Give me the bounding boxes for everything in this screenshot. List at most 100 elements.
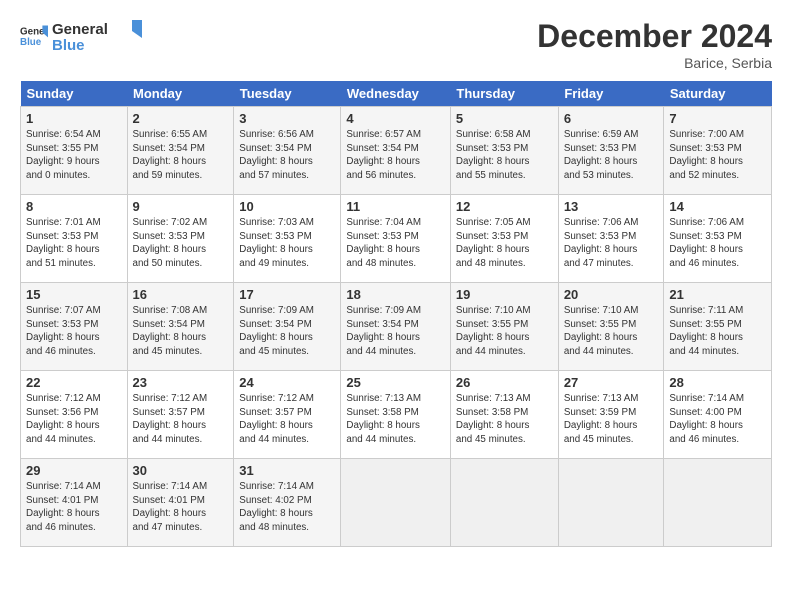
logo: General Blue General Blue [20,18,142,54]
day-number: 27 [564,375,659,390]
day-info: Sunrise: 7:09 AMSunset: 3:54 PMDaylight:… [346,304,445,359]
table-row: 3 Sunrise: 6:56 AMSunset: 3:54 PMDaylight… [234,107,341,195]
day-info: Sunrise: 6:56 AMSunset: 3:54 PMDaylight:… [239,128,335,183]
day-info: Sunrise: 7:08 AMSunset: 3:54 PMDaylight:… [133,304,229,359]
table-row: 27 Sunrise: 7:13 AMSunset: 3:59 PMDayligh… [558,371,664,459]
table-row: 9 Sunrise: 7:02 AMSunset: 3:53 PMDaylight… [127,195,234,283]
location-subtitle: Barice, Serbia [537,55,772,71]
table-row: 29Sunrise: 7:14 AMSunset: 4:01 PMDayligh… [21,459,128,547]
col-sunday: Sunday [21,81,128,107]
day-info: Sunrise: 7:13 AMSunset: 3:59 PMDaylight:… [564,392,659,447]
col-wednesday: Wednesday [341,81,451,107]
day-info: Sunrise: 7:13 AMSunset: 3:58 PMDaylight:… [456,392,553,447]
day-info: Sunrise: 7:13 AMSunset: 3:58 PMDaylight:… [346,392,445,447]
day-number: 17 [239,287,335,302]
table-row [664,459,772,547]
day-info: Sunrise: 7:06 AMSunset: 3:53 PMDaylight:… [564,216,659,271]
table-row: 4Sunrise: 6:57 AMSunset: 3:54 PMDaylight… [341,107,451,195]
table-row: 18Sunrise: 7:09 AMSunset: 3:54 PMDayligh… [341,283,451,371]
logo-icon: General Blue [20,22,48,50]
col-saturday: Saturday [664,81,772,107]
day-info: Sunrise: 7:12 AMSunset: 3:56 PMDaylight:… [26,392,122,447]
table-row: 28Sunrise: 7:14 AMSunset: 4:00 PMDayligh… [664,371,772,459]
calendar-week-row: 29 Sunrise: 7:14 AMSunset: 4:01 PMDayligh… [21,459,772,547]
day-info: Sunrise: 6:57 AMSunset: 3:54 PMDaylight:… [346,128,445,183]
calendar-week-row: 22 Sunrise: 7:12 AMSunset: 3:56 PMDayligh… [21,371,772,459]
table-row: 16 Sunrise: 7:08 AMSunset: 3:54 PMDayligh… [127,283,234,371]
day-info: Sunrise: 7:04 AMSunset: 3:53 PMDaylight:… [346,216,445,271]
col-friday: Friday [558,81,664,107]
table-row: 1Sunrise: 6:54 AMSunset: 3:55 PMDaylight… [21,107,128,195]
day-number: 7 [669,111,766,126]
day-number: 24 [239,375,335,390]
day-info: Sunrise: 7:10 AMSunset: 3:55 PMDaylight:… [456,304,553,359]
table-row: 21 Sunrise: 7:11 AMSunset: 3:55 PMDayligh… [664,283,772,371]
day-info: Sunrise: 7:02 AMSunset: 3:53 PMDaylight:… [133,216,229,271]
day-number: 1 [26,111,122,126]
table-row: 7 Sunrise: 7:00 AMSunset: 3:53 PMDaylight… [664,107,772,195]
day-number: 9 [133,199,229,214]
table-row: 19 Sunrise: 7:10 AMSunset: 3:55 PMDayligh… [450,283,558,371]
day-number: 28 [669,375,766,390]
day-number: 13 [564,199,659,214]
day-info: Sunrise: 6:59 AMSunset: 3:53 PMDaylight:… [564,128,659,183]
day-info: Sunrise: 7:12 AMSunset: 3:57 PMDaylight:… [239,392,335,447]
day-number: 22 [26,375,122,390]
table-row: 2Sunrise: 6:55 AMSunset: 3:54 PMDaylight… [127,107,234,195]
calendar-week-row: 15Sunrise: 7:07 AMSunset: 3:53 PMDayligh… [21,283,772,371]
calendar-week-row: 1Sunrise: 6:54 AMSunset: 3:55 PMDaylight… [21,107,772,195]
page-container: General Blue General Blue December 2024 … [0,0,792,557]
table-row: 26 Sunrise: 7:13 AMSunset: 3:58 PMDayligh… [450,371,558,459]
day-number: 30 [133,463,229,478]
day-info: Sunrise: 7:03 AMSunset: 3:53 PMDaylight:… [239,216,335,271]
day-number: 26 [456,375,553,390]
day-number: 11 [346,199,445,214]
day-info: Sunrise: 6:58 AMSunset: 3:53 PMDaylight:… [456,128,553,183]
day-number: 19 [456,287,553,302]
day-info: Sunrise: 6:55 AMSunset: 3:54 PMDaylight:… [133,128,229,183]
day-info: Sunrise: 7:00 AMSunset: 3:53 PMDaylight:… [669,128,766,183]
day-number: 23 [133,375,229,390]
day-number: 29 [26,463,122,478]
day-number: 6 [564,111,659,126]
table-row: 17Sunrise: 7:09 AMSunset: 3:54 PMDayligh… [234,283,341,371]
day-number: 12 [456,199,553,214]
day-info: Sunrise: 7:06 AMSunset: 3:53 PMDaylight:… [669,216,766,271]
col-tuesday: Tuesday [234,81,341,107]
day-number: 31 [239,463,335,478]
month-year-title: December 2024 [537,18,772,55]
table-row: 22 Sunrise: 7:12 AMSunset: 3:56 PMDayligh… [21,371,128,459]
day-info: Sunrise: 7:10 AMSunset: 3:55 PMDaylight:… [564,304,659,359]
calendar-table: Sunday Monday Tuesday Wednesday Thursday… [20,81,772,547]
table-row: 14 Sunrise: 7:06 AMSunset: 3:53 PMDayligh… [664,195,772,283]
day-number: 10 [239,199,335,214]
table-row: 23Sunrise: 7:12 AMSunset: 3:57 PMDayligh… [127,371,234,459]
day-number: 16 [133,287,229,302]
day-number: 21 [669,287,766,302]
table-row: 24 Sunrise: 7:12 AMSunset: 3:57 PMDayligh… [234,371,341,459]
day-info: Sunrise: 7:11 AMSunset: 3:55 PMDaylight:… [669,304,766,359]
table-row: 13 Sunrise: 7:06 AMSunset: 3:53 PMDayligh… [558,195,664,283]
table-row: 30 Sunrise: 7:14 AMSunset: 4:01 PMDayligh… [127,459,234,547]
table-row: 12Sunrise: 7:05 AMSunset: 3:53 PMDayligh… [450,195,558,283]
svg-text:General: General [52,21,108,38]
day-number: 20 [564,287,659,302]
table-row: 20 Sunrise: 7:10 AMSunset: 3:55 PMDayligh… [558,283,664,371]
day-info: Sunrise: 7:07 AMSunset: 3:53 PMDaylight:… [26,304,122,359]
svg-text:Blue: Blue [52,37,85,54]
day-number: 14 [669,199,766,214]
col-thursday: Thursday [450,81,558,107]
day-number: 8 [26,199,122,214]
day-number: 3 [239,111,335,126]
day-info: Sunrise: 7:01 AMSunset: 3:53 PMDaylight:… [26,216,122,271]
calendar-header-row: Sunday Monday Tuesday Wednesday Thursday… [21,81,772,107]
title-block: December 2024 Barice, Serbia [537,18,772,71]
table-row [450,459,558,547]
table-row [558,459,664,547]
table-row: 15Sunrise: 7:07 AMSunset: 3:53 PMDayligh… [21,283,128,371]
logo-svg: General Blue [52,18,142,54]
table-row: 25Sunrise: 7:13 AMSunset: 3:58 PMDayligh… [341,371,451,459]
day-info: Sunrise: 7:14 AMSunset: 4:01 PMDaylight:… [133,480,229,535]
day-info: Sunrise: 7:14 AMSunset: 4:02 PMDaylight:… [239,480,335,535]
table-row: 31 Sunrise: 7:14 AMSunset: 4:02 PMDayligh… [234,459,341,547]
